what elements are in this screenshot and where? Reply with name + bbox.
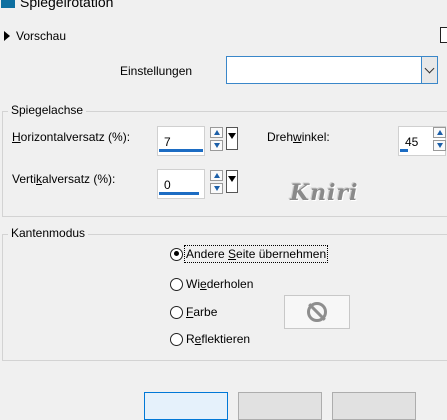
radio-color[interactable]: Farbe	[170, 305, 217, 319]
prohibit-icon	[307, 302, 327, 322]
radio-button[interactable]	[170, 305, 183, 319]
horizontal-offset-down[interactable]	[210, 140, 223, 151]
edge-mode-title: Kantenmodus	[8, 226, 89, 240]
radio-button[interactable]	[170, 332, 183, 346]
horizontal-offset-menu[interactable]	[226, 127, 238, 150]
vertical-offset-up[interactable]	[210, 170, 223, 181]
vertical-offset-value: 0	[164, 178, 171, 192]
radio-button[interactable]	[170, 247, 183, 261]
horizontal-offset-level	[159, 149, 203, 152]
rotation-angle-level	[400, 149, 408, 152]
arrow-down-icon	[436, 143, 443, 148]
rotation-angle-label: Drehwinkel:	[267, 130, 330, 144]
chevron-down-icon	[424, 63, 435, 73]
horizontal-offset-input[interactable]: 7	[157, 126, 205, 156]
window-title: Spiegelrotation	[20, 0, 114, 10]
preview-label: Vorschau	[16, 29, 67, 43]
radio-label: Reflektieren	[186, 332, 251, 346]
app-icon	[1, 0, 15, 8]
rotation-angle-down[interactable]	[433, 140, 446, 151]
cancel-button[interactable]	[238, 392, 322, 420]
radio-label: Wiederholen	[186, 277, 254, 291]
vertical-offset-label: Vertikalversatz (%):	[12, 172, 116, 186]
edge-color-swatch[interactable]	[284, 295, 350, 329]
preview-toggle[interactable]: Vorschau	[4, 27, 66, 45]
settings-label: Einstellungen	[120, 64, 193, 78]
arrow-up-icon	[436, 130, 443, 135]
arrow-up-icon	[213, 130, 220, 135]
vertical-offset-down[interactable]	[210, 183, 223, 194]
dropdown-arrow-icon	[228, 133, 236, 139]
horizontal-offset-value: 7	[164, 135, 171, 149]
help-button[interactable]	[332, 392, 416, 420]
mirror-axis-title: Spiegelachse	[8, 103, 87, 117]
settings-dropdown-button[interactable]	[421, 57, 437, 83]
radio-other-side[interactable]: Andere Seite übernehmen	[170, 245, 329, 263]
ok-button[interactable]	[144, 392, 228, 420]
radio-reflect[interactable]: Reflektieren	[170, 332, 250, 346]
horizontal-offset-up[interactable]	[210, 127, 223, 138]
radio-label: Andere Seite übernehmen	[183, 245, 329, 263]
preview-checkbox[interactable]	[440, 27, 447, 43]
radio-repeat[interactable]: Wiederholen	[170, 277, 253, 291]
expand-arrow-icon	[4, 31, 10, 41]
rotation-angle-up[interactable]	[433, 127, 446, 138]
vertical-offset-level	[159, 192, 199, 195]
vertical-offset-input[interactable]: 0	[157, 169, 205, 199]
radio-button[interactable]	[170, 277, 183, 291]
arrow-down-icon	[213, 186, 220, 191]
arrow-up-icon	[213, 173, 220, 178]
horizontal-offset-label: Horizontalversatz (%):	[12, 130, 131, 144]
rotation-angle-value: 45	[405, 135, 419, 149]
dropdown-arrow-icon	[228, 176, 236, 182]
vertical-offset-menu[interactable]	[226, 170, 238, 193]
arrow-down-icon	[213, 143, 220, 148]
settings-dropdown[interactable]	[226, 56, 438, 84]
mirror-axis-group	[2, 111, 447, 217]
radio-label: Farbe	[186, 305, 218, 319]
watermark: Kniri	[290, 180, 359, 206]
